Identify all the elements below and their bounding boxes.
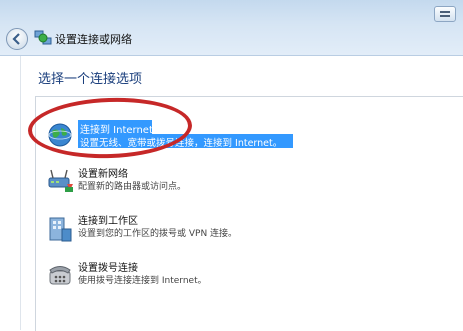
option-connect-workplace[interactable]: 连接到工作区 设置到您的工作区的拨号或 VPN 连接。 [44, 209, 463, 249]
option-title: 设置新网络 [78, 169, 128, 180]
option-title: 设置拨号连接 [78, 263, 138, 274]
router-icon [47, 168, 75, 198]
option-setup-new-network[interactable]: 设置新网络 配置新的路由器或访问点。 [44, 162, 463, 202]
back-arrow-icon [12, 33, 20, 45]
workplace-icon [47, 215, 73, 247]
network-icon [34, 29, 52, 51]
option-title: 连接到工作区 [78, 216, 138, 227]
window-title: 设置连接或网络 [55, 33, 132, 46]
option-desc: 配置新的路由器或访问点。 [78, 182, 187, 192]
option-setup-dialup[interactable]: 设置拨号连接 使用拨号连接连接到 Internet。 [44, 256, 463, 296]
dialup-phone-icon [47, 262, 73, 292]
page-heading: 选择一个连接选项 [38, 72, 143, 87]
option-desc: 设置到您的工作区的拨号或 VPN 连接。 [78, 229, 238, 239]
back-button[interactable] [6, 28, 28, 50]
title-bar [0, 0, 463, 56]
close-button[interactable] [434, 6, 456, 22]
option-desc: 使用拨号连接连接到 Internet。 [78, 276, 207, 286]
